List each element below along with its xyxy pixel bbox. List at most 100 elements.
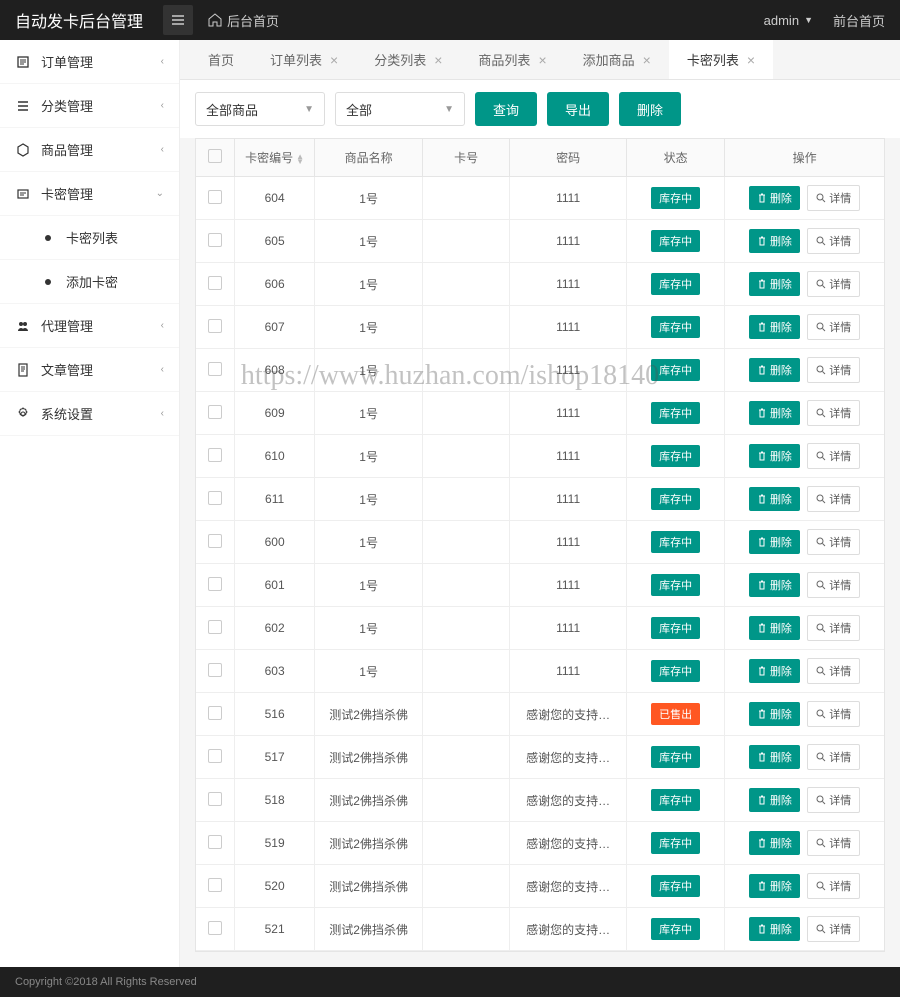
row-delete-button[interactable]: 删除 <box>749 702 800 726</box>
row-delete-button[interactable]: 删除 <box>749 487 800 511</box>
row-delete-button[interactable]: 删除 <box>749 831 800 855</box>
row-detail-button[interactable]: 详情 <box>807 787 860 813</box>
row-detail-button[interactable]: 详情 <box>807 658 860 684</box>
sidebar-item-8[interactable]: 系统设置‹ <box>0 392 179 436</box>
row-detail-button[interactable]: 详情 <box>807 701 860 727</box>
row-checkbox[interactable] <box>208 749 222 763</box>
row-delete-button[interactable]: 删除 <box>749 315 800 339</box>
cell-name: 测试2佛挡杀佛 <box>315 908 422 951</box>
row-detail-button[interactable]: 详情 <box>807 314 860 340</box>
cell-card <box>422 177 509 220</box>
row-detail-button[interactable]: 详情 <box>807 400 860 426</box>
cell-id: 517 <box>234 736 315 779</box>
row-checkbox[interactable] <box>208 448 222 462</box>
frontend-link[interactable]: 前台首页 <box>833 11 885 30</box>
row-delete-button[interactable]: 删除 <box>749 745 800 769</box>
tab-5[interactable]: 卡密列表× <box>669 40 773 79</box>
row-checkbox[interactable] <box>208 362 222 376</box>
tab-0[interactable]: 首页 <box>190 40 252 79</box>
sidebar-item-7[interactable]: 文章管理‹ <box>0 348 179 392</box>
tab-4[interactable]: 添加商品× <box>565 40 669 79</box>
home-icon <box>208 13 222 27</box>
row-checkbox[interactable] <box>208 706 222 720</box>
sidebar-item-5[interactable]: 添加卡密 <box>0 260 179 304</box>
close-icon[interactable]: × <box>330 52 338 68</box>
row-detail-button[interactable]: 详情 <box>807 572 860 598</box>
sidebar-item-2[interactable]: 商品管理‹ <box>0 128 179 172</box>
row-delete-button[interactable]: 删除 <box>749 788 800 812</box>
row-delete-button[interactable]: 删除 <box>749 358 800 382</box>
row-checkbox[interactable] <box>208 577 222 591</box>
sidebar-item-1[interactable]: 分类管理‹ <box>0 84 179 128</box>
sidebar-item-3[interactable]: 卡密管理⌄ <box>0 172 179 216</box>
sidebar-item-0[interactable]: 订单管理‹ <box>0 40 179 84</box>
query-button[interactable]: 查询 <box>475 92 537 126</box>
menu-toggle-button[interactable] <box>163 5 193 35</box>
row-delete-button[interactable]: 删除 <box>749 659 800 683</box>
row-delete-button[interactable]: 删除 <box>749 401 800 425</box>
row-delete-button[interactable]: 删除 <box>749 229 800 253</box>
status-filter-select[interactable]: 全部 ▼ <box>335 92 465 126</box>
row-delete-button[interactable]: 删除 <box>749 530 800 554</box>
row-checkbox[interactable] <box>208 491 222 505</box>
close-icon[interactable]: × <box>538 52 546 68</box>
tab-3[interactable]: 商品列表× <box>460 40 564 79</box>
row-checkbox[interactable] <box>208 233 222 247</box>
row-checkbox[interactable] <box>208 620 222 634</box>
row-checkbox[interactable] <box>208 835 222 849</box>
tab-2[interactable]: 分类列表× <box>356 40 460 79</box>
backend-home-link[interactable]: 后台首页 <box>208 11 279 30</box>
row-checkbox[interactable] <box>208 792 222 806</box>
row-delete-button[interactable]: 删除 <box>749 186 800 210</box>
row-detail-button[interactable]: 详情 <box>807 228 860 254</box>
row-detail-button[interactable]: 详情 <box>807 357 860 383</box>
row-checkbox[interactable] <box>208 276 222 290</box>
row-detail-button[interactable]: 详情 <box>807 271 860 297</box>
row-detail-button[interactable]: 详情 <box>807 744 860 770</box>
row-detail-button[interactable]: 详情 <box>807 830 860 856</box>
row-detail-button[interactable]: 详情 <box>807 185 860 211</box>
close-icon[interactable]: × <box>747 52 755 68</box>
row-detail-button[interactable]: 详情 <box>807 873 860 899</box>
cell-card <box>422 521 509 564</box>
row-detail-button[interactable]: 详情 <box>807 916 860 942</box>
row-checkbox[interactable] <box>208 921 222 935</box>
row-checkbox[interactable] <box>208 190 222 204</box>
export-button[interactable]: 导出 <box>547 92 609 126</box>
close-icon[interactable]: × <box>643 52 651 68</box>
product-filter-select[interactable]: 全部商品 ▼ <box>195 92 325 126</box>
sidebar-item-6[interactable]: 代理管理‹ <box>0 304 179 348</box>
row-detail-button[interactable]: 详情 <box>807 529 860 555</box>
cell-card <box>422 349 509 392</box>
row-delete-button[interactable]: 删除 <box>749 616 800 640</box>
delete-button[interactable]: 删除 <box>619 92 681 126</box>
row-delete-button[interactable]: 删除 <box>749 917 800 941</box>
row-checkbox[interactable] <box>208 878 222 892</box>
row-detail-button[interactable]: 详情 <box>807 486 860 512</box>
row-checkbox[interactable] <box>208 319 222 333</box>
select-all-checkbox[interactable] <box>208 149 222 163</box>
row-detail-button[interactable]: 详情 <box>807 443 860 469</box>
cell-id: 521 <box>234 908 315 951</box>
cell-id: 603 <box>234 650 315 693</box>
status-badge: 库存中 <box>651 789 700 811</box>
row-delete-button[interactable]: 删除 <box>749 573 800 597</box>
row-checkbox[interactable] <box>208 663 222 677</box>
search-icon <box>816 795 826 805</box>
user-menu[interactable]: admin ▼ <box>764 13 813 28</box>
sidebar-item-4[interactable]: 卡密列表 <box>0 216 179 260</box>
sort-icon[interactable]: ▲▼ <box>296 154 304 164</box>
row-checkbox[interactable] <box>208 405 222 419</box>
row-checkbox[interactable] <box>208 534 222 548</box>
tab-1[interactable]: 订单列表× <box>252 40 356 79</box>
cell-name: 1号 <box>315 521 422 564</box>
app-title: 自动发卡后台管理 <box>15 8 143 32</box>
row-delete-button[interactable]: 删除 <box>749 444 800 468</box>
row-detail-button[interactable]: 详情 <box>807 615 860 641</box>
header-action: 操作 <box>725 139 884 177</box>
row-delete-button[interactable]: 删除 <box>749 272 800 296</box>
row-delete-button[interactable]: 删除 <box>749 874 800 898</box>
close-icon[interactable]: × <box>434 52 442 68</box>
search-icon <box>816 365 826 375</box>
search-icon <box>816 924 826 934</box>
